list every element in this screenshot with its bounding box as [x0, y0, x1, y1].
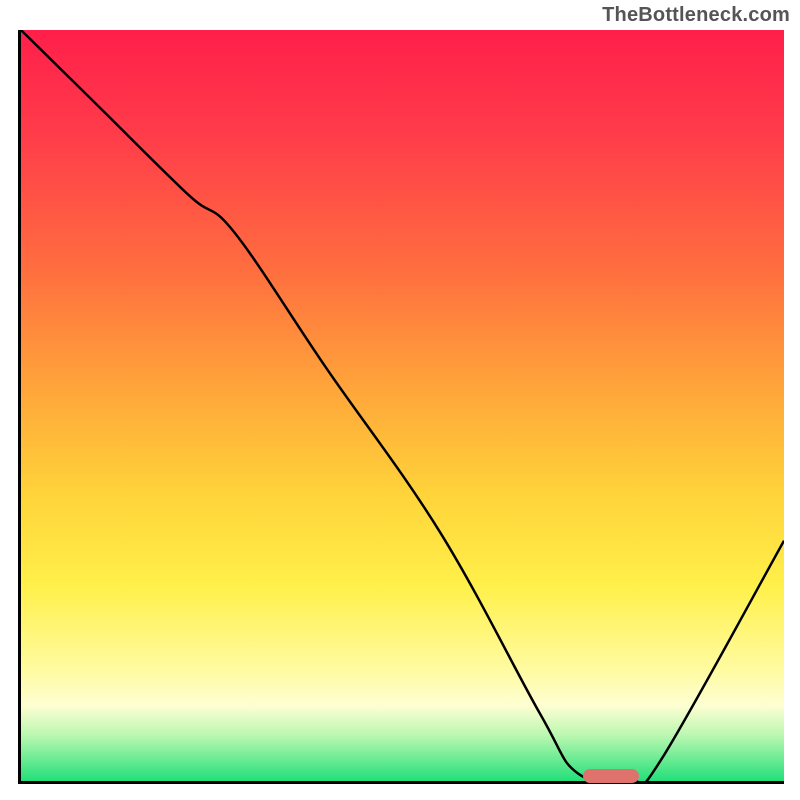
bottleneck-chart	[18, 30, 784, 784]
bottleneck-curve-line	[21, 30, 784, 781]
optimal-range-marker	[583, 769, 639, 783]
curve-layer	[21, 30, 784, 781]
attribution-label: TheBottleneck.com	[602, 4, 790, 27]
